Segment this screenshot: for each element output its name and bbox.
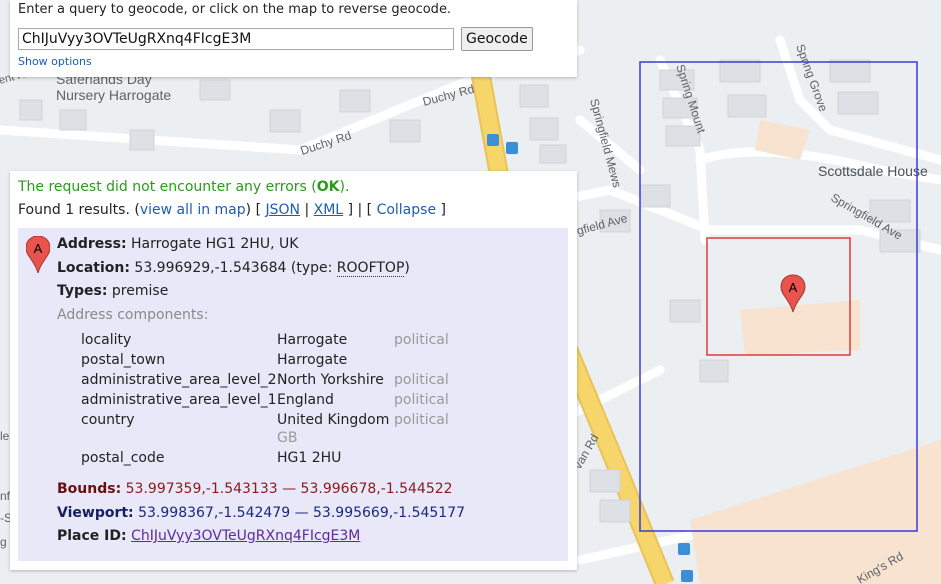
component-key: locality [81, 332, 132, 348]
xml-link[interactable]: XML [314, 202, 343, 218]
status-line: The request did not encounter any errors… [18, 179, 350, 195]
map-label-edge-le: le [0, 429, 10, 443]
svg-text:A: A [34, 241, 43, 256]
result-marker-icon[interactable]: A [26, 236, 50, 274]
json-link[interactable]: JSON [265, 202, 300, 218]
component-value: HG1 2HU [277, 450, 342, 466]
result-item: A Address: Harrogate HG1 2HU, UK Locatio… [18, 228, 568, 561]
component-type: political [394, 372, 449, 388]
component-value: England [277, 392, 334, 408]
show-options-link[interactable]: Show options [18, 55, 92, 68]
component-type: political [394, 412, 449, 428]
address-components-heading: Address components: [57, 307, 209, 323]
location-row: Location: 53.996929,-1.543684 (type: ROO… [57, 260, 410, 277]
viewport-row: Viewport: 53.998367,-1.542479 — 53.99566… [57, 505, 466, 521]
types-row: Types: premise [57, 283, 169, 299]
component-value: Harrogate [277, 352, 348, 368]
component-value: United Kingdom [277, 412, 390, 428]
map-label-edge-g: g [0, 535, 7, 549]
query-input[interactable] [18, 28, 454, 50]
component-key: country [81, 412, 135, 428]
collapse-link[interactable]: Collapse [377, 202, 437, 218]
component-key: administrative_area_level_2 [81, 372, 277, 388]
component-value: Harrogate [277, 332, 348, 348]
view-all-in-map-link[interactable]: view all in map [140, 202, 246, 218]
bounds-row: Bounds: 53.997359,-1.543133 — 53.996678,… [57, 481, 453, 497]
location-type: ROOFTOP [336, 260, 405, 277]
map-label-saferlands-2: Nursery Harrogate [56, 87, 171, 103]
component-type: political [394, 392, 449, 408]
svg-text:A: A [789, 280, 798, 295]
query-instructions: Enter a query to geocode, or click on th… [18, 2, 452, 17]
query-panel: Enter a query to geocode, or click on th… [10, 0, 577, 77]
found-line: Found 1 results. (view all in map) [ JSO… [18, 202, 446, 218]
place-id-row: Place ID: ChIJuVyy3OVTeUgRXnq4FIcgE3M [57, 528, 361, 544]
bus-stop-icon [487, 134, 499, 146]
address-row: Address: Harrogate HG1 2HU, UK [57, 236, 299, 252]
results-panel: The request did not encounter any errors… [10, 171, 577, 570]
component-value: North Yorkshire [277, 372, 384, 388]
component-short-name: GB [277, 430, 298, 446]
component-type: political [394, 332, 449, 348]
component-key: administrative_area_level_1 [81, 392, 277, 408]
component-key: postal_town [81, 352, 166, 368]
status-code: OK [316, 179, 340, 195]
component-key: postal_code [81, 450, 165, 466]
geocode-button[interactable]: Geocode [461, 27, 533, 51]
map-label-scottsdale-house: Scottsdale House [818, 163, 928, 179]
place-id-link[interactable]: ChIJuVyy3OVTeUgRXnq4FIcgE3M [131, 528, 360, 544]
